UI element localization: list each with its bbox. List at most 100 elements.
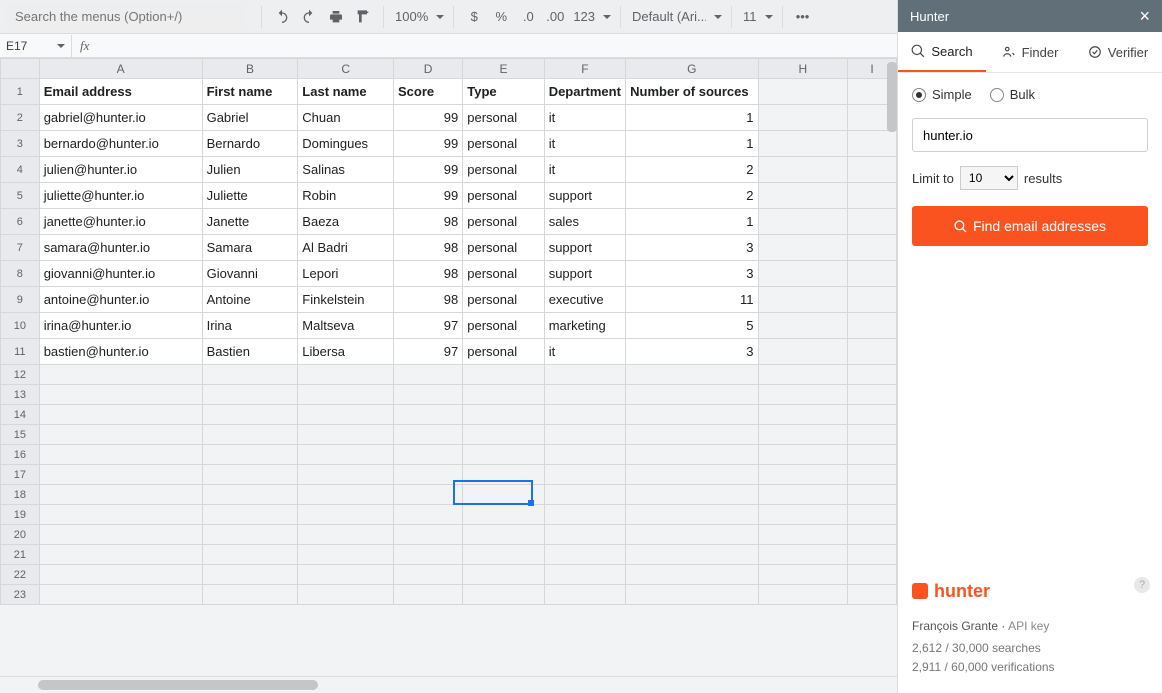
row-header[interactable]: 2 bbox=[1, 105, 40, 131]
row-header[interactable]: 16 bbox=[1, 445, 40, 465]
cell[interactable] bbox=[626, 445, 758, 465]
vertical-scrollbar[interactable] bbox=[887, 62, 897, 132]
zoom-dropdown[interactable]: 100% bbox=[391, 4, 446, 30]
cell[interactable] bbox=[848, 505, 897, 525]
cell[interactable]: julien@hunter.io bbox=[39, 157, 202, 183]
cell[interactable] bbox=[848, 405, 897, 425]
cell[interactable] bbox=[463, 545, 544, 565]
cell[interactable] bbox=[848, 445, 897, 465]
cell[interactable] bbox=[39, 405, 202, 425]
cell[interactable] bbox=[626, 385, 758, 405]
cell[interactable] bbox=[758, 105, 848, 131]
cell[interactable] bbox=[758, 425, 848, 445]
column-header[interactable]: A bbox=[39, 59, 202, 79]
menu-search-input[interactable] bbox=[6, 4, 246, 30]
cell[interactable] bbox=[39, 465, 202, 485]
cell[interactable]: Bernardo bbox=[202, 131, 298, 157]
cell[interactable] bbox=[298, 465, 394, 485]
cell[interactable] bbox=[544, 545, 625, 565]
cell[interactable] bbox=[758, 405, 848, 425]
cell[interactable] bbox=[626, 365, 758, 385]
horizontal-scrollbar[interactable] bbox=[0, 676, 897, 693]
header-cell[interactable]: Type bbox=[463, 79, 544, 105]
cell[interactable]: 99 bbox=[394, 183, 463, 209]
cell[interactable]: marketing bbox=[544, 313, 625, 339]
cell[interactable] bbox=[39, 585, 202, 605]
row-header[interactable]: 13 bbox=[1, 385, 40, 405]
cell[interactable] bbox=[298, 545, 394, 565]
cell[interactable]: Libersa bbox=[298, 339, 394, 365]
cell[interactable]: 3 bbox=[626, 235, 758, 261]
currency-button[interactable]: $ bbox=[461, 4, 487, 30]
cell[interactable]: Lepori bbox=[298, 261, 394, 287]
cell[interactable]: giovanni@hunter.io bbox=[39, 261, 202, 287]
cell[interactable] bbox=[298, 525, 394, 545]
column-header[interactable]: E bbox=[463, 59, 544, 79]
header-cell[interactable]: Score bbox=[394, 79, 463, 105]
cell[interactable] bbox=[758, 131, 848, 157]
row-header[interactable]: 8 bbox=[1, 261, 40, 287]
cell[interactable]: Janette bbox=[202, 209, 298, 235]
cell[interactable]: 99 bbox=[394, 105, 463, 131]
undo-button[interactable] bbox=[269, 4, 295, 30]
cell[interactable] bbox=[394, 505, 463, 525]
cell[interactable] bbox=[848, 365, 897, 385]
cell[interactable] bbox=[626, 465, 758, 485]
cell[interactable] bbox=[39, 385, 202, 405]
cell[interactable] bbox=[758, 313, 848, 339]
cell[interactable]: Giovanni bbox=[202, 261, 298, 287]
cell[interactable] bbox=[848, 585, 897, 605]
cell[interactable] bbox=[848, 235, 897, 261]
header-cell[interactable]: Department bbox=[544, 79, 625, 105]
cell[interactable] bbox=[463, 505, 544, 525]
row-header[interactable]: 20 bbox=[1, 525, 40, 545]
font-dropdown[interactable]: Default (Ari... bbox=[628, 4, 724, 30]
cell[interactable] bbox=[463, 525, 544, 545]
cell[interactable]: Samara bbox=[202, 235, 298, 261]
cell[interactable] bbox=[626, 585, 758, 605]
cell[interactable]: support bbox=[544, 183, 625, 209]
cell[interactable]: support bbox=[544, 235, 625, 261]
cell[interactable] bbox=[758, 365, 848, 385]
print-button[interactable] bbox=[323, 4, 349, 30]
cell[interactable] bbox=[848, 287, 897, 313]
domain-input[interactable] bbox=[912, 118, 1148, 152]
tab-finder[interactable]: Finder bbox=[986, 32, 1074, 72]
cell[interactable]: sales bbox=[544, 209, 625, 235]
cell[interactable] bbox=[626, 405, 758, 425]
cell[interactable]: samara@hunter.io bbox=[39, 235, 202, 261]
cell[interactable]: antoine@hunter.io bbox=[39, 287, 202, 313]
cell[interactable]: personal bbox=[463, 105, 544, 131]
row-header[interactable]: 11 bbox=[1, 339, 40, 365]
cell[interactable]: it bbox=[544, 105, 625, 131]
more-formats-dropdown[interactable]: 123 bbox=[569, 4, 613, 30]
cell[interactable]: Chuan bbox=[298, 105, 394, 131]
radio-simple[interactable]: Simple bbox=[912, 87, 972, 102]
cell[interactable]: Gabriel bbox=[202, 105, 298, 131]
cell[interactable] bbox=[848, 525, 897, 545]
cell[interactable]: janette@hunter.io bbox=[39, 209, 202, 235]
cell[interactable] bbox=[39, 505, 202, 525]
cell[interactable]: 5 bbox=[626, 313, 758, 339]
column-header[interactable]: D bbox=[394, 59, 463, 79]
tab-search[interactable]: Search bbox=[898, 32, 986, 72]
font-size-dropdown[interactable]: 11 bbox=[739, 4, 775, 30]
row-header[interactable]: 1 bbox=[1, 79, 40, 105]
cell[interactable] bbox=[544, 405, 625, 425]
row-header[interactable]: 15 bbox=[1, 425, 40, 445]
cell[interactable] bbox=[758, 79, 848, 105]
cell[interactable] bbox=[758, 545, 848, 565]
cell[interactable] bbox=[394, 485, 463, 505]
cell[interactable]: 97 bbox=[394, 313, 463, 339]
cell[interactable] bbox=[848, 313, 897, 339]
cell[interactable] bbox=[544, 445, 625, 465]
cell[interactable] bbox=[848, 261, 897, 287]
cell[interactable]: executive bbox=[544, 287, 625, 313]
cell[interactable]: 3 bbox=[626, 339, 758, 365]
cell[interactable] bbox=[626, 545, 758, 565]
radio-bulk[interactable]: Bulk bbox=[990, 87, 1035, 102]
row-header[interactable]: 4 bbox=[1, 157, 40, 183]
cell[interactable] bbox=[463, 365, 544, 385]
cell[interactable]: personal bbox=[463, 157, 544, 183]
cell[interactable] bbox=[202, 425, 298, 445]
